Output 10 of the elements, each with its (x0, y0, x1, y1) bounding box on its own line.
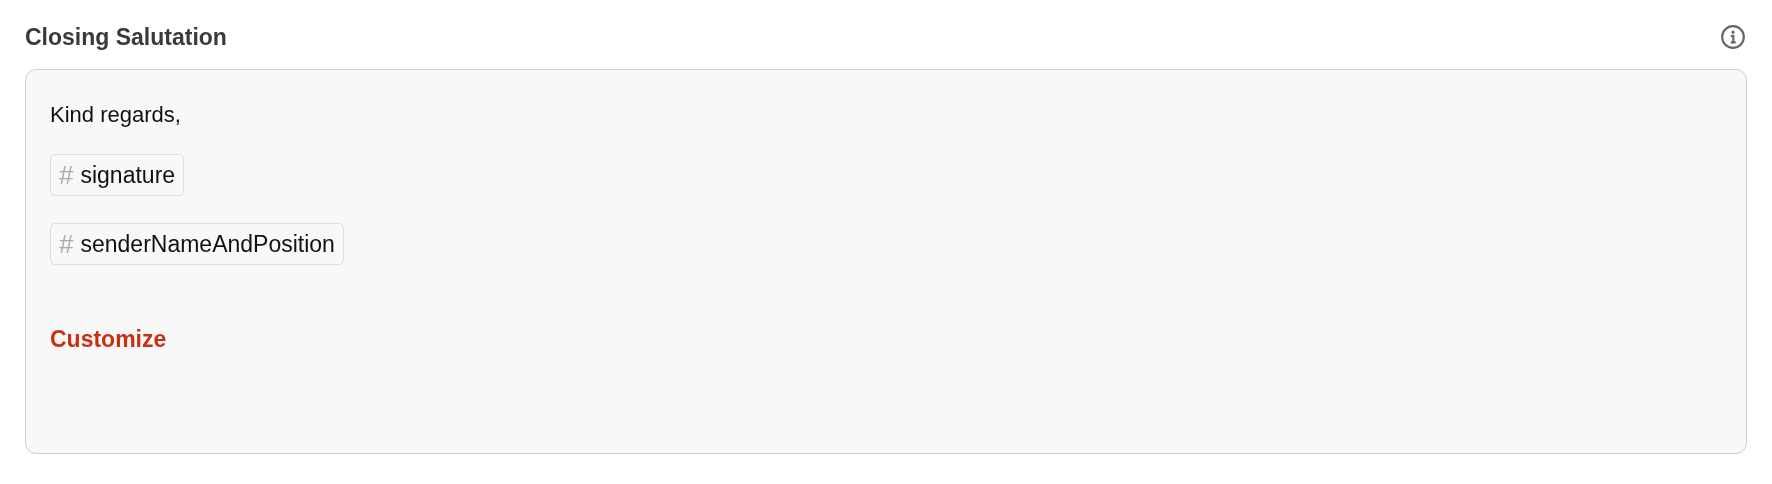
variable-name: senderNameAndPosition (80, 230, 335, 258)
customize-link[interactable]: Customize (50, 326, 167, 353)
variable-tag[interactable]: # senderNameAndPosition (50, 223, 344, 265)
variable-tag[interactable]: # signature (50, 154, 185, 196)
hash-icon: # (59, 230, 74, 258)
hash-icon: # (59, 161, 74, 189)
section-title: Closing Salutation (25, 23, 227, 51)
info-icon[interactable] (1720, 24, 1746, 50)
greeting-text: Kind regards, (50, 101, 181, 129)
variable-name: signature (80, 161, 176, 189)
